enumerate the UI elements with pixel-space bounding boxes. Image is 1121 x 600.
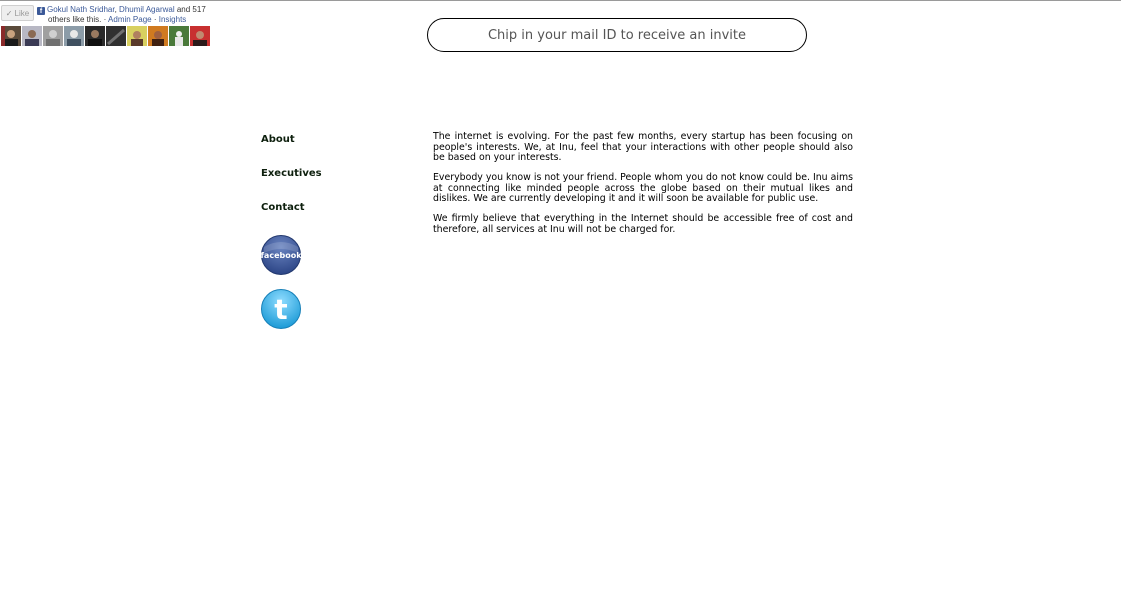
facebook-icon-button[interactable]: facebook xyxy=(261,235,301,275)
friend-avatar[interactable] xyxy=(127,26,147,46)
content-paragraph: We firmly believe that everything in the… xyxy=(433,213,853,235)
nav-about[interactable]: About xyxy=(261,134,295,145)
admin-page-link[interactable]: Admin Page xyxy=(108,15,152,24)
friend-faces xyxy=(1,26,210,46)
invite-email-input[interactable]: Chip in your mail ID to receive an invit… xyxy=(427,18,807,52)
content-paragraph: Everybody you know is not your friend. P… xyxy=(433,172,853,204)
invite-placeholder: Chip in your mail ID to receive an invit… xyxy=(487,27,747,43)
friend-link-1[interactable]: Gokul Nath Sridhar xyxy=(47,5,115,14)
twitter-icon-letter: t xyxy=(274,293,287,326)
like-summary: f Gokul Nath Sridhar, Dhumil Agarwal and … xyxy=(37,5,209,25)
about-content: The internet is evolving. For the past f… xyxy=(433,131,853,245)
friend-avatar[interactable] xyxy=(43,26,63,46)
content-paragraph: The internet is evolving. For the past f… xyxy=(433,131,853,163)
top-border xyxy=(0,0,1121,1)
like-count-text: and 517 xyxy=(174,5,206,14)
friend-avatar[interactable] xyxy=(22,26,42,46)
friend-avatar[interactable] xyxy=(190,26,210,46)
facebook-icon-label: facebook xyxy=(261,251,301,260)
nav-executives[interactable]: Executives xyxy=(261,168,322,179)
twitter-icon-button[interactable]: t xyxy=(261,289,301,329)
dash: · xyxy=(151,15,159,24)
friend-link-2[interactable]: Dhumil Agarwal xyxy=(119,5,175,14)
others-like-text: others like this. xyxy=(48,15,102,24)
friend-avatar[interactable] xyxy=(148,26,168,46)
like-button-label: Like xyxy=(14,8,30,18)
friend-avatar[interactable] xyxy=(64,26,84,46)
like-check-icon: ✓ xyxy=(5,8,13,18)
friend-avatar[interactable] xyxy=(1,26,21,46)
friend-avatar[interactable] xyxy=(106,26,126,46)
friend-avatar[interactable] xyxy=(85,26,105,46)
like-button[interactable]: ✓ Like xyxy=(1,5,34,21)
friend-avatar[interactable] xyxy=(169,26,189,46)
insights-link[interactable]: Insights xyxy=(159,15,187,24)
facebook-icon: f xyxy=(37,7,45,15)
nav-contact[interactable]: Contact xyxy=(261,202,305,213)
